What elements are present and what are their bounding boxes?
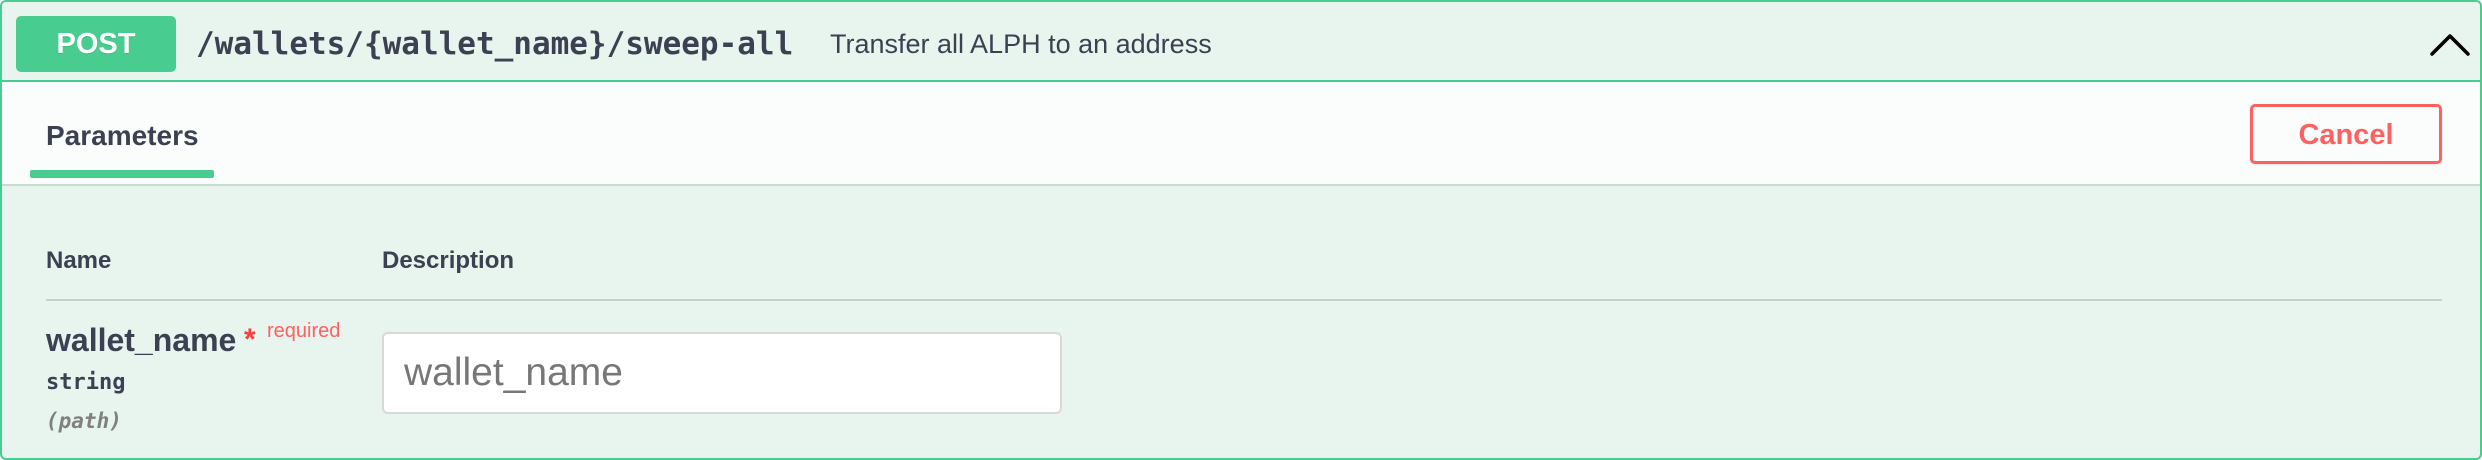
parameter-location: (path) xyxy=(46,409,122,433)
collapse-button[interactable] xyxy=(2426,20,2474,68)
endpoint-path: /wallets/{wallet_name}/sweep-all xyxy=(196,26,794,62)
column-header-description: Description xyxy=(382,247,515,274)
operation-summary[interactable]: POST /wallets/{wallet_name}/sweep-all Tr… xyxy=(2,2,2480,82)
chevron-up-icon xyxy=(2430,34,2470,56)
operation-block: POST /wallets/{wallet_name}/sweep-all Tr… xyxy=(0,0,2482,460)
table-divider xyxy=(46,299,2442,301)
tab-header: Parameters Cancel xyxy=(2,82,2480,186)
parameter-name: wallet_name xyxy=(46,322,237,358)
required-asterisk: * xyxy=(244,323,256,356)
endpoint-description: Transfer all ALPH to an address xyxy=(830,29,1212,59)
tab-parameters[interactable]: Parameters xyxy=(30,108,214,180)
column-header-name: Name xyxy=(46,247,112,274)
tab-parameters-label: Parameters xyxy=(46,120,199,151)
parameter-type: string xyxy=(46,370,126,395)
wallet-name-input[interactable] xyxy=(382,332,1062,414)
cancel-button[interactable]: Cancel xyxy=(2250,104,2442,164)
http-method-badge: POST xyxy=(16,16,176,72)
active-tab-indicator xyxy=(30,170,214,178)
required-label: required xyxy=(267,320,341,342)
